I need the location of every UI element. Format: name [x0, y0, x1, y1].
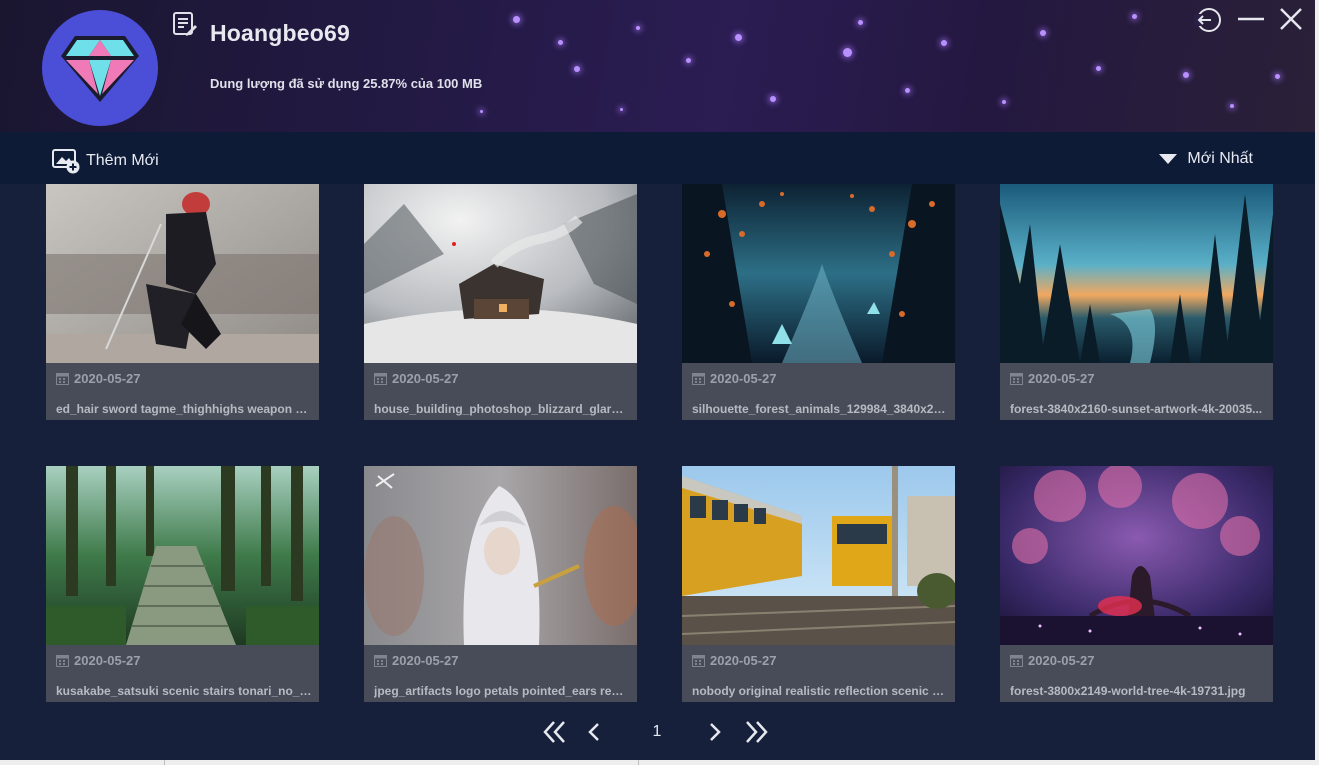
star-decoration [770, 96, 776, 102]
desktop-fragment [638, 760, 818, 765]
next-page-icon [710, 723, 721, 741]
image-filename: house_building_photoshop_blizzard_glare_… [374, 402, 630, 416]
star-decoration [1183, 72, 1189, 78]
image-card[interactable]: 2020-05-27 ed_hair sword tagme_thighhigh… [46, 184, 319, 420]
image-date: 2020-05-27 [74, 371, 141, 386]
image-meta: 2020-05-27 silhouette_forest_animals_129… [682, 363, 955, 420]
current-page-number[interactable]: 1 [645, 718, 669, 746]
star-decoration [1096, 66, 1101, 71]
image-card[interactable]: 2020-05-27 jpeg_artifacts logo petals po… [364, 466, 637, 702]
image-filename: forest-3800x2149-world-tree-4k-19731.jpg [1010, 684, 1246, 698]
app-window: Hoangbeo69 Dung lượng đã sử dụng 25.87% … [0, 0, 1315, 760]
first-page-button[interactable] [541, 718, 569, 746]
image-thumbnail[interactable] [1000, 184, 1273, 363]
edit-profile-icon[interactable] [172, 11, 198, 37]
star-decoration [941, 40, 947, 46]
sort-label: Mới Nhất [1187, 150, 1253, 167]
calendar-icon [692, 373, 705, 385]
star-decoration [686, 58, 691, 63]
profile-header: Hoangbeo69 Dung lượng đã sử dụng 25.87% … [0, 0, 1315, 132]
image-gallery: 2020-05-27 ed_hair sword tagme_thighhigh… [0, 184, 1315, 704]
image-meta: 2020-05-27 house_building_photoshop_bliz… [364, 363, 637, 420]
image-thumbnail[interactable] [682, 466, 955, 645]
next-page-button[interactable] [706, 718, 724, 746]
image-card[interactable]: 2020-05-27 silhouette_forest_animals_129… [682, 184, 955, 420]
image-date: 2020-05-27 [392, 653, 459, 668]
image-meta: 2020-05-27 ed_hair sword tagme_thighhigh… [46, 363, 319, 420]
toolbar: Thêm Mới Mới Nhất [0, 132, 1315, 184]
star-decoration [480, 110, 483, 113]
image-date: 2020-05-27 [1028, 653, 1095, 668]
calendar-icon [374, 373, 387, 385]
calendar-icon [1010, 655, 1023, 667]
add-new-button[interactable]: Thêm Mới [52, 148, 159, 174]
star-decoration [858, 20, 863, 25]
star-decoration [905, 88, 910, 93]
logout-icon[interactable] [1193, 6, 1223, 34]
image-date: 2020-05-27 [392, 371, 459, 386]
image-card[interactable]: 2020-05-27 forest-3800x2149-world-tree-4… [1000, 466, 1273, 702]
image-thumbnail[interactable] [682, 184, 955, 363]
star-decoration [1230, 104, 1234, 108]
star-decoration [574, 66, 580, 72]
star-decoration [1002, 100, 1006, 104]
star-decoration [636, 26, 640, 30]
image-filename: kusakabe_satsuki scenic stairs tonari_no… [56, 684, 312, 698]
star-decoration [620, 108, 623, 111]
star-decoration [1132, 14, 1137, 19]
image-meta: 2020-05-27 forest-3840x2160-sunset-artwo… [1000, 363, 1273, 420]
diamond-icon [61, 36, 139, 102]
prev-page-button[interactable] [585, 718, 603, 746]
image-filename: nobody original realistic reflection sce… [692, 684, 948, 698]
star-decoration [1040, 30, 1046, 36]
first-page-icon [543, 721, 565, 743]
minimize-icon[interactable] [1236, 6, 1266, 34]
image-filename: jpeg_artifacts logo petals pointed_ears … [374, 684, 630, 698]
image-card[interactable]: 2020-05-27 forest-3840x2160-sunset-artwo… [1000, 184, 1273, 420]
username: Hoangbeo69 [210, 20, 351, 46]
image-thumbnail[interactable] [46, 184, 319, 363]
image-meta: 2020-05-27 nobody original realistic ref… [682, 645, 955, 702]
sort-dropdown[interactable]: Mới Nhất [1159, 150, 1253, 168]
storage-usage-text: Dung lượng đã sử dụng 25.87% của 100 MB [210, 76, 483, 91]
image-date: 2020-05-27 [710, 653, 777, 668]
image-thumbnail[interactable] [364, 184, 637, 363]
star-decoration [558, 40, 563, 45]
star-decoration [843, 48, 852, 57]
image-filename: forest-3840x2160-sunset-artwork-4k-20035… [1010, 402, 1263, 416]
image-meta: 2020-05-27 jpeg_artifacts logo petals po… [364, 645, 637, 702]
add-new-label: Thêm Mới [86, 152, 159, 169]
image-thumbnail[interactable] [364, 466, 637, 645]
image-meta: 2020-05-27 forest-3800x2149-world-tree-4… [1000, 645, 1273, 702]
image-date: 2020-05-27 [710, 371, 777, 386]
image-card[interactable]: 2020-05-27 kusakabe_satsuki scenic stair… [46, 466, 319, 702]
triangle-down-icon [1159, 154, 1178, 164]
image-card[interactable]: 2020-05-27 house_building_photoshop_bliz… [364, 184, 637, 420]
image-thumbnail[interactable] [1000, 466, 1273, 645]
image-thumbnail[interactable] [46, 466, 319, 645]
desktop-edge [1315, 0, 1319, 765]
calendar-icon [56, 373, 69, 385]
star-decoration [513, 16, 520, 23]
close-icon[interactable] [1276, 6, 1306, 34]
star-decoration [735, 34, 742, 41]
calendar-icon [1010, 373, 1023, 385]
calendar-icon [374, 655, 387, 667]
last-page-button[interactable] [742, 718, 770, 746]
prev-page-icon [588, 723, 599, 741]
desktop-fragment [164, 760, 196, 765]
pagination: 1 [0, 704, 1315, 760]
image-filename: ed_hair sword tagme_thighhighs weapon wl… [56, 402, 312, 416]
image-card[interactable]: 2020-05-27 nobody original realistic ref… [682, 466, 955, 702]
star-decoration [1275, 74, 1280, 79]
image-date: 2020-05-27 [74, 653, 141, 668]
add-image-icon [52, 149, 80, 174]
avatar[interactable] [42, 10, 158, 126]
calendar-icon [56, 655, 69, 667]
image-filename: silhouette_forest_animals_129984_3840x21… [692, 402, 948, 416]
last-page-icon [746, 721, 768, 743]
image-meta: 2020-05-27 kusakabe_satsuki scenic stair… [46, 645, 319, 702]
image-date: 2020-05-27 [1028, 371, 1095, 386]
calendar-icon [692, 655, 705, 667]
